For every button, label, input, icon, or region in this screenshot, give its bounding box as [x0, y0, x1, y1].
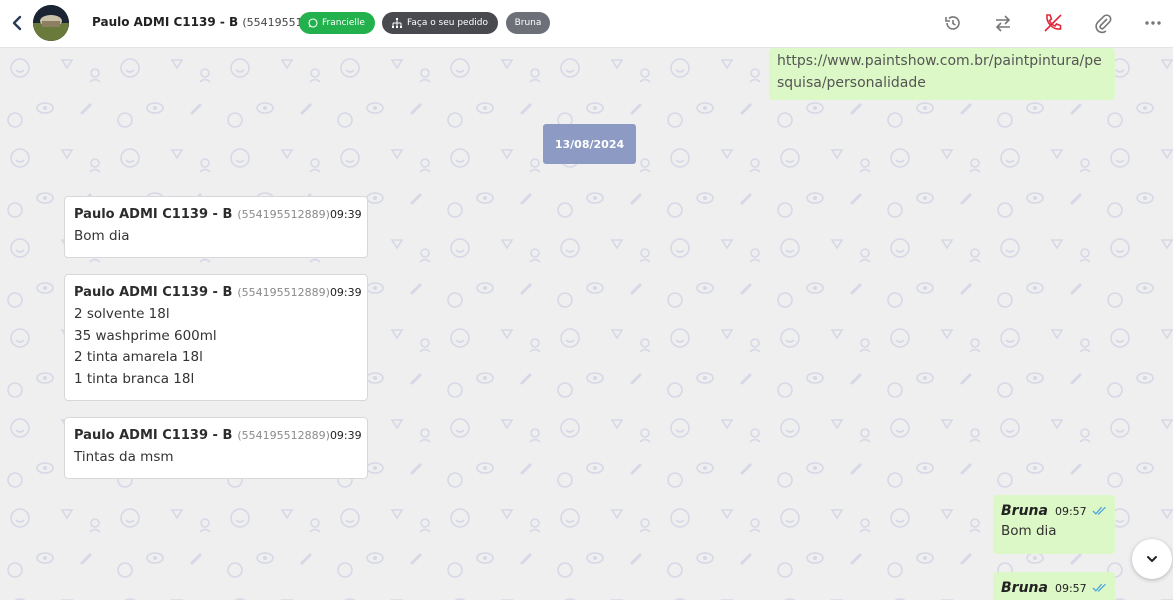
sender-name: Bruna: [1001, 503, 1048, 519]
contact-name: Paulo ADMI C1139 - B: [92, 15, 239, 29]
tag-label: Faça o seu pedido: [407, 18, 489, 28]
message-link-text[interactable]: https://www.paintshow.com.br/paintpintur…: [777, 53, 1102, 91]
message-text: Bom dia: [1001, 523, 1057, 539]
sender-phone: (554195512889): [237, 286, 330, 299]
outgoing-message[interactable]: Bruna 09:57 Bom dia: [993, 495, 1115, 554]
chat-header: Paulo ADMI C1139 - B (554195512889) Fran…: [0, 0, 1173, 48]
message-line: Bom dia: [74, 228, 130, 244]
message-header: Paulo ADMI C1139 - B (554195512889) 09:3…: [74, 428, 362, 443]
message-line: 1 tinta branca 18l: [74, 370, 195, 387]
sender-name: Bruna: [1001, 580, 1048, 596]
incoming-message[interactable]: Paulo ADMI C1139 - B (554195512889) 09:3…: [64, 196, 368, 258]
double-check-icon: [1092, 583, 1106, 592]
sender-name: Paulo ADMI C1139 - B: [74, 207, 233, 222]
more-icon[interactable]: [1142, 12, 1164, 34]
incoming-message[interactable]: Paulo ADMI C1139 - B (554195512889) 09:3…: [64, 274, 368, 401]
message-time: 09:57: [1054, 504, 1087, 518]
sender-phone: (554195512889): [237, 429, 330, 442]
history-icon[interactable]: [942, 12, 964, 34]
tag-label: Bruna: [514, 18, 542, 28]
sender-name: Paulo ADMI C1139 - B: [74, 285, 233, 300]
message-time: 09:39: [329, 429, 362, 442]
sender-name: Paulo ADMI C1139 - B: [74, 428, 233, 443]
date-separator: 13/08/2024: [543, 124, 636, 164]
whatsapp-icon: [308, 18, 318, 28]
transfer-icon[interactable]: [992, 12, 1014, 34]
back-arrow-icon[interactable]: [8, 13, 26, 33]
tag-order-flow[interactable]: Faça o seu pedido: [382, 12, 498, 34]
message-header: Paulo ADMI C1139 - B (554195512889) 09:3…: [74, 207, 362, 222]
scroll-to-bottom-button[interactable]: [1132, 539, 1172, 579]
message-time: 09:57: [1054, 581, 1087, 595]
message-text: Tintas da msm: [74, 447, 358, 469]
tag-francielle[interactable]: Francielle: [299, 12, 375, 34]
tag-bruna[interactable]: Bruna: [506, 12, 550, 34]
message-text: Bom dia: [74, 226, 358, 248]
message-time: 09:39: [329, 208, 362, 221]
attach-icon[interactable]: [1092, 12, 1114, 34]
outgoing-link-message[interactable]: https://www.paintshow.com.br/paintpintur…: [769, 48, 1115, 100]
tag-label: Francielle: [322, 18, 365, 28]
message-text: 2 solvente 18l 35 washprime 600ml 2 tint…: [74, 304, 358, 390]
incoming-message[interactable]: Paulo ADMI C1139 - B (554195512889) 09:3…: [64, 417, 368, 479]
sitemap-icon: [392, 18, 402, 28]
message-line: 2 solvente 18l: [74, 306, 170, 322]
avatar[interactable]: [33, 5, 69, 41]
message-line: 35 washprime 600ml: [74, 327, 217, 344]
sender-phone: (554195512889): [237, 208, 330, 221]
outgoing-message[interactable]: Bruna 09:57: [993, 572, 1115, 600]
message-header: Paulo ADMI C1139 - B (554195512889) 09:3…: [74, 285, 362, 300]
message-header: Bruna 09:57: [1001, 580, 1107, 596]
message-header: Bruna 09:57: [1001, 503, 1107, 519]
message-time: 09:39: [329, 286, 362, 299]
double-check-icon: [1092, 506, 1106, 515]
end-call-icon[interactable]: [1042, 12, 1064, 34]
message-line: 2 tinta amarela 18l: [74, 349, 203, 365]
message-line: Tintas da msm: [74, 449, 174, 465]
chevron-down-icon: [1147, 556, 1157, 562]
chat-area[interactable]: https://www.paintshow.com.br/paintpintur…: [0, 48, 1173, 600]
